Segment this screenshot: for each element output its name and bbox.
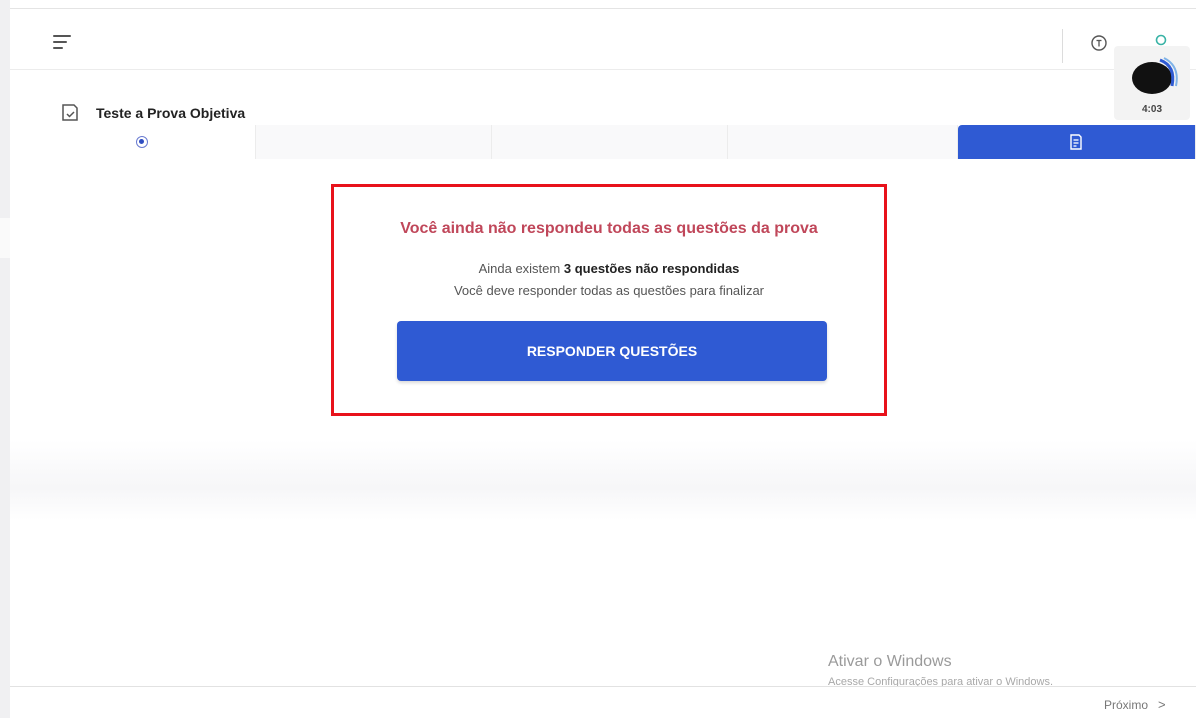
info-circle-icon[interactable] bbox=[1090, 34, 1108, 52]
finish-tab[interactable] bbox=[958, 125, 1196, 159]
alert-title: Você ainda não respondeu todas as questõ… bbox=[400, 220, 818, 237]
finish-document-icon bbox=[1070, 134, 1082, 150]
timer-text: 4:03 bbox=[1141, 104, 1162, 115]
step-tab-3[interactable] bbox=[492, 125, 728, 159]
answer-questions-button[interactable]: RESPONDER QUESTÕES bbox=[397, 321, 827, 381]
document-check-icon bbox=[62, 104, 78, 121]
next-button[interactable]: Próximo > bbox=[1104, 697, 1166, 712]
timer-icon bbox=[1132, 57, 1178, 94]
page-title: Teste a Prova Objetiva bbox=[96, 105, 246, 121]
alert-instruction: Você deve responder todas as questões pa… bbox=[453, 283, 765, 298]
step-tab-1[interactable] bbox=[10, 125, 256, 159]
left-edge bbox=[0, 0, 10, 718]
alert-line1-prefix: Ainda existem bbox=[478, 261, 561, 276]
bottom-bar bbox=[10, 686, 1196, 718]
top-divider bbox=[1062, 29, 1063, 63]
alert-unanswered-count: Ainda existem 3 questões não respondidas bbox=[334, 261, 884, 276]
radio-selected-icon bbox=[136, 136, 148, 148]
timer-widget: 4:03 bbox=[1114, 46, 1190, 120]
step-tabs bbox=[10, 125, 1196, 159]
content-band bbox=[10, 440, 1196, 520]
next-label: Próximo bbox=[1104, 697, 1149, 712]
exam-title-row: Teste a Prova Objetiva bbox=[60, 98, 245, 128]
chevron-right-icon: > bbox=[1158, 697, 1166, 712]
windows-activation-title: Ativar o Windows bbox=[828, 653, 952, 670]
unanswered-alert: Você ainda não respondeu todas as questõ… bbox=[331, 184, 887, 416]
step-tab-4[interactable] bbox=[728, 125, 958, 159]
step-tab-2[interactable] bbox=[256, 125, 492, 159]
alert-line1-bold: 3 questões não respondidas bbox=[563, 261, 740, 276]
hamburger-menu-icon[interactable] bbox=[53, 35, 73, 49]
exam-page: 4:03 Teste a Prova Objetiva Você ainda n… bbox=[0, 0, 1196, 718]
top-bar bbox=[10, 8, 1196, 70]
